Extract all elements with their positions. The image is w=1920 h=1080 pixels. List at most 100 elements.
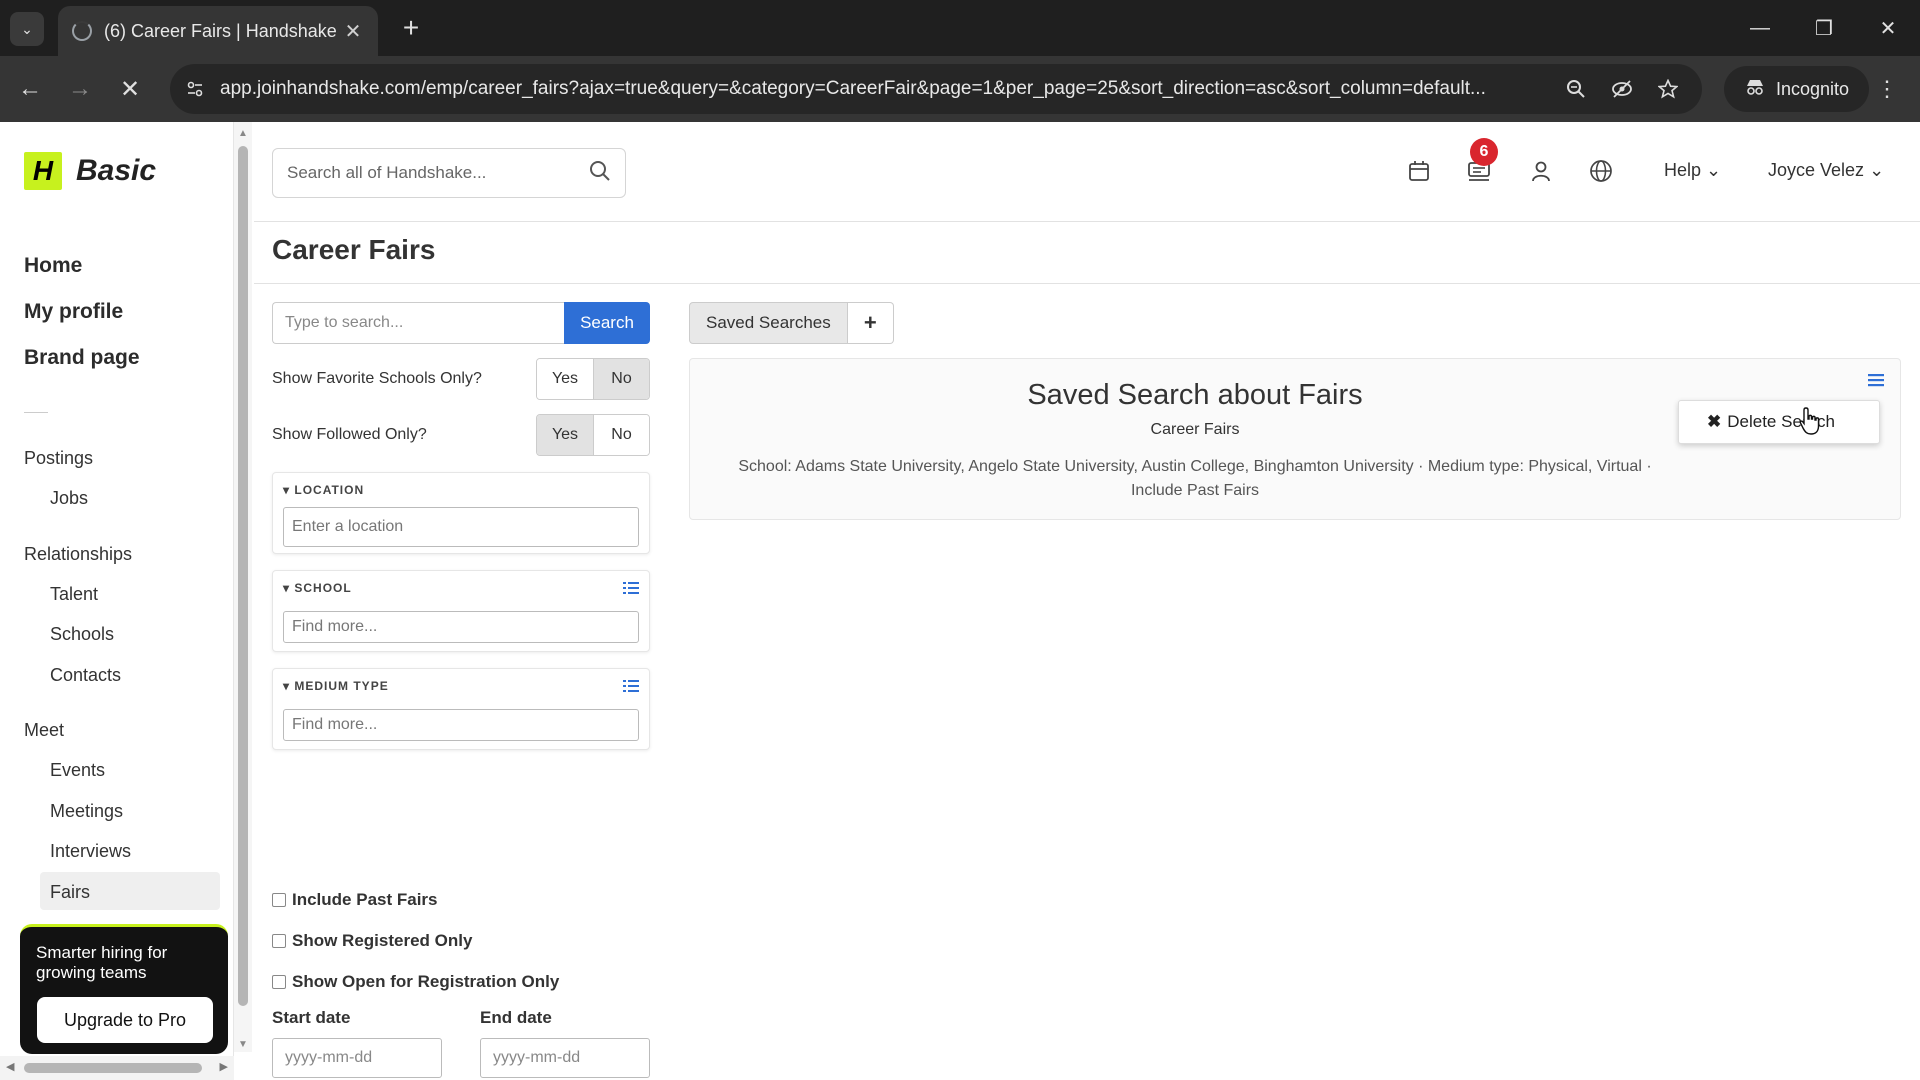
global-search-input[interactable]	[287, 163, 589, 183]
nav-schools[interactable]: Schools	[50, 624, 114, 645]
location-facet-header[interactable]: ▾ LOCATION	[283, 483, 364, 497]
page-title: Career Fairs	[272, 234, 436, 265]
stop-loading-button[interactable]: ✕	[114, 73, 146, 105]
show-registered-checkbox[interactable]	[272, 934, 286, 948]
loading-icon	[72, 21, 92, 41]
nav-meetings[interactable]: Meetings	[50, 801, 123, 822]
site-info-icon[interactable]	[170, 80, 220, 98]
followed-yes[interactable]: Yes	[537, 415, 593, 455]
calendar-icon[interactable]	[1404, 156, 1434, 186]
search-icon[interactable]	[589, 160, 611, 187]
school-input[interactable]	[283, 611, 639, 643]
profile-icon[interactable]	[1526, 156, 1556, 186]
scroll-right-icon[interactable]: ▶	[220, 1060, 228, 1073]
scrollbar-thumb[interactable]	[24, 1063, 202, 1073]
omnibox[interactable]: app.joinhandshake.com/emp/career_fairs?a…	[170, 64, 1702, 114]
favorite-schools-label: Show Favorite Schools Only?	[272, 370, 482, 387]
tab-search-button[interactable]: ⌄	[10, 12, 44, 46]
global-search	[272, 148, 626, 198]
nav-fairs[interactable]: Fairs	[50, 882, 90, 903]
logo-text: Basic	[76, 154, 157, 187]
favorite-schools-yes[interactable]: Yes	[537, 359, 593, 399]
sidebar-horizontal-scrollbar[interactable]: ◀ ▶	[0, 1056, 234, 1080]
list-icon[interactable]	[623, 581, 639, 595]
url-text[interactable]: app.joinhandshake.com/emp/career_fairs?a…	[220, 78, 1540, 100]
nav-brand-page[interactable]: Brand page	[24, 346, 140, 392]
minimize-button[interactable]: —	[1728, 0, 1792, 56]
bookmark-star-icon[interactable]	[1656, 77, 1680, 101]
upgrade-to-pro-button[interactable]: Upgrade to Pro	[37, 997, 213, 1043]
window-controls: — ❐ ✕	[1728, 0, 1920, 56]
chevron-down-icon: ⌄	[1869, 160, 1885, 180]
close-window-button[interactable]: ✕	[1856, 0, 1920, 56]
nav-divider	[24, 412, 48, 413]
show-open-registration-checkbox[interactable]	[272, 975, 286, 989]
nav-interviews[interactable]: Interviews	[50, 841, 131, 862]
scroll-left-icon[interactable]: ◀	[6, 1060, 14, 1073]
location-input[interactable]	[283, 507, 639, 547]
incognito-indicator[interactable]: Incognito	[1724, 66, 1870, 112]
nav-section-meet[interactable]: Meet	[24, 720, 64, 741]
restore-button[interactable]: ❐	[1792, 0, 1856, 56]
medium-type-input[interactable]	[283, 709, 639, 741]
start-date-label: Start date	[272, 1008, 351, 1027]
scroll-up-icon[interactable]: ▲	[238, 128, 248, 139]
user-menu[interactable]: Joyce Velez ⌄	[1768, 160, 1884, 181]
scroll-down-icon[interactable]: ▼	[238, 1039, 248, 1050]
show-open-registration-option[interactable]: Show Open for Registration Only	[272, 972, 559, 992]
browser-menu-icon[interactable]: ⋮	[1876, 76, 1898, 102]
help-menu[interactable]: Help ⌄	[1664, 160, 1721, 181]
hamburger-menu-icon[interactable]	[1868, 373, 1884, 387]
notification-badge[interactable]: 6	[1470, 138, 1498, 166]
nav-events[interactable]: Events	[50, 760, 105, 781]
add-saved-search-button[interactable]: +	[847, 302, 894, 344]
upgrade-promo: Smarter hiring for growing teams Upgrade…	[20, 924, 228, 1054]
nav-home[interactable]: Home	[24, 254, 140, 300]
globe-icon[interactable]	[1586, 156, 1616, 186]
favorite-schools-filter: Show Favorite Schools Only? Yes No	[272, 358, 650, 400]
followed-no[interactable]: No	[593, 415, 649, 455]
nav-section-relationships[interactable]: Relationships	[24, 544, 132, 565]
fair-search-input[interactable]	[272, 302, 564, 344]
saved-searches-tab[interactable]: Saved Searches	[689, 302, 848, 344]
end-date-input[interactable]	[480, 1038, 650, 1078]
back-button[interactable]: ←	[14, 73, 46, 105]
browser-tab-bar: ⌄ (6) Career Fairs | Handshake ✕ + — ❐ ✕	[0, 0, 1920, 56]
page-divider	[254, 283, 1920, 284]
new-tab-button[interactable]: +	[396, 12, 426, 44]
browser-tab[interactable]: (6) Career Fairs | Handshake ✕	[58, 6, 378, 56]
criteria-line: Include Past Fairs	[1130, 482, 1260, 499]
fair-search: Search	[272, 302, 650, 344]
help-label: Help	[1664, 160, 1702, 180]
school-facet-header[interactable]: ▾ SCHOOL	[283, 581, 352, 595]
medium-type-facet-header[interactable]: ▾ MEDIUM TYPE	[283, 679, 389, 693]
nav-section-postings[interactable]: Postings	[24, 448, 93, 469]
sidebar-vertical-scrollbar[interactable]: ▲ ▼	[234, 122, 252, 1052]
saved-search-title: Saved Search about Fairs	[1027, 379, 1363, 411]
show-registered-option[interactable]: Show Registered Only	[272, 931, 472, 951]
school-facet: ▾ SCHOOL	[272, 570, 650, 652]
hand-pointer-icon	[1799, 407, 1820, 435]
zoom-icon[interactable]	[1564, 77, 1588, 101]
address-bar: ← → ✕ app.joinhandshake.com/emp/career_f…	[0, 56, 1920, 122]
scrollbar-thumb[interactable]	[238, 146, 248, 1006]
close-tab-icon[interactable]: ✕	[342, 19, 364, 44]
list-icon[interactable]	[623, 679, 639, 693]
start-date-input[interactable]	[272, 1038, 442, 1078]
forward-button[interactable]: →	[64, 73, 96, 105]
include-past-fairs-checkbox[interactable]	[272, 893, 286, 907]
incognito-label: Incognito	[1776, 78, 1850, 99]
nav-talent[interactable]: Talent	[50, 584, 98, 605]
saved-search-category: Career Fairs	[1150, 421, 1240, 438]
tracking-protection-icon[interactable]	[1610, 77, 1634, 101]
include-past-fairs-option[interactable]: Include Past Fairs	[272, 890, 438, 910]
favorite-schools-no[interactable]: No	[593, 359, 649, 399]
delete-search-menu-item[interactable]: ✖ Delete Search	[1678, 400, 1880, 444]
search-button[interactable]: Search	[564, 302, 650, 344]
close-icon: ✖	[1707, 412, 1722, 431]
saved-search-criteria: School: Adams State University, Angelo S…	[700, 455, 1690, 503]
nav-my-profile[interactable]: My profile	[24, 300, 140, 346]
nav-contacts[interactable]: Contacts	[50, 665, 121, 686]
nav-jobs[interactable]: Jobs	[50, 488, 88, 509]
handshake-logo[interactable]: H Basic	[24, 152, 156, 190]
